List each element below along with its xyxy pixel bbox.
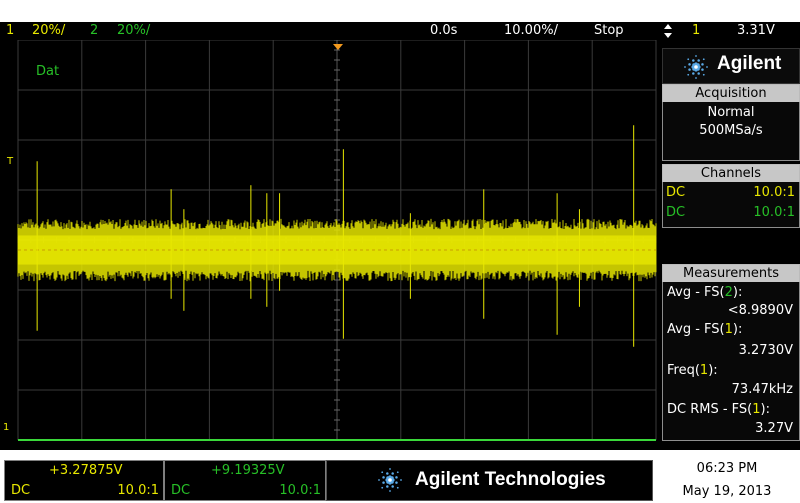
ch1-scale[interactable]: 20%/ xyxy=(32,22,65,40)
ch1-number[interactable]: 1 xyxy=(6,22,14,40)
channel-row-1[interactable]: DC 10.0:1 xyxy=(663,183,799,203)
measurements-header[interactable]: Measurements xyxy=(662,264,800,283)
brand-label: Agilent xyxy=(717,53,782,74)
dat-label: Dat xyxy=(36,64,60,79)
measurement-2-value: 3.2730V xyxy=(738,343,793,358)
ch1-offset: +3.27875V xyxy=(49,463,123,478)
ch1-ground-marker[interactable]: 1 xyxy=(3,422,9,433)
waveform-display[interactable]: Dat T 1 xyxy=(0,40,660,450)
ch2-scale[interactable]: 20%/ xyxy=(117,22,150,40)
channel-2-coupling: DC xyxy=(666,205,686,220)
channel-1-coupling: DC xyxy=(666,185,686,200)
ch1-offset-box[interactable]: +3.27875V DC 10.0:1 xyxy=(4,460,164,501)
channel-2-probe: 10.0:1 xyxy=(753,205,795,220)
acq-rate: 500MSa/s xyxy=(699,123,763,138)
measurement-1-name[interactable]: Avg - FS(2): xyxy=(667,285,742,300)
acquisition-header[interactable]: Acquisition xyxy=(662,84,800,103)
trigger-position-marker[interactable] xyxy=(333,44,343,50)
company-name: Agilent Technologies xyxy=(415,469,606,490)
ch2-number[interactable]: 2 xyxy=(90,22,98,40)
ch2-coupling: DC xyxy=(171,483,191,498)
clock-date: May 19, 2013 xyxy=(682,484,772,499)
acquisition-box: Normal 500MSa/s xyxy=(662,102,800,161)
channels-box: DC 10.0:1 DC 10.0:1 xyxy=(662,182,800,228)
channel-1-probe: 10.0:1 xyxy=(753,185,795,200)
measurement-3-name[interactable]: Freq(1): xyxy=(667,363,718,378)
trigger-level-marker[interactable]: T xyxy=(7,156,13,167)
top-status-bar: 1 20%/ 2 20%/ 0.0s 10.00%/ Stop 1 3.31V xyxy=(0,22,800,40)
channel-row-2[interactable]: DC 10.0:1 xyxy=(663,203,799,223)
acq-mode: Normal xyxy=(707,105,755,120)
ch2-offset-box[interactable]: +9.19325V DC 10.0:1 xyxy=(164,460,326,501)
measurement-1-value: <8.9890V xyxy=(727,303,793,318)
trigger-source[interactable]: 1 xyxy=(692,22,700,40)
run-state[interactable]: Stop xyxy=(594,22,624,40)
time-offset[interactable]: 0.0s xyxy=(430,22,457,40)
trigger-level[interactable]: 3.31V xyxy=(737,22,775,40)
ch1-coupling: DC xyxy=(11,483,31,498)
clock-time: 06:23 PM xyxy=(696,461,758,476)
ch2-offset: +9.19325V xyxy=(211,463,285,478)
time-scale[interactable]: 10.00%/ xyxy=(504,22,558,40)
measurement-3-value: 73.47kHz xyxy=(731,382,793,397)
ch1-probe: 10.0:1 xyxy=(117,483,159,498)
agilent-technologies-banner: Agilent Technologies xyxy=(326,460,653,501)
measurement-4-value: 3.27V xyxy=(755,421,793,436)
agilent-spark-icon xyxy=(683,54,709,84)
measurement-2-name[interactable]: Avg - FS(1): xyxy=(667,322,742,337)
measurement-4-name[interactable]: DC RMS - FS(1): xyxy=(667,402,770,417)
scope-graticule xyxy=(17,40,657,441)
measurements-box: Avg - FS(2): <8.9890V Avg - FS(1): 3.273… xyxy=(662,282,800,441)
channels-header[interactable]: Channels xyxy=(662,164,800,183)
side-panel: Agilent Acquisition Normal 500MSa/s Chan… xyxy=(660,40,800,450)
agilent-spark-icon xyxy=(377,467,403,497)
agilent-logo: Agilent xyxy=(662,48,800,84)
ch2-probe: 10.0:1 xyxy=(279,483,321,498)
